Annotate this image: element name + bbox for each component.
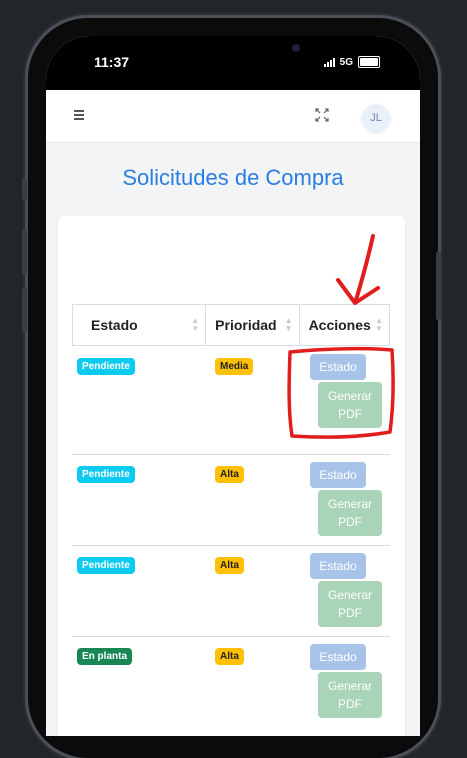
table-row: Pendiente Alta Estado Generar PDF (72, 545, 390, 637)
status-badge: Pendiente (77, 466, 135, 483)
fullscreen-icon[interactable] (314, 107, 330, 123)
sort-icon: ▲ ▼ (284, 316, 293, 333)
status-indicators: 5G (323, 56, 380, 68)
priority-badge: Alta (215, 466, 244, 483)
table-row: Pendiente Media Estado Generar PDF (72, 346, 390, 455)
generar-pdf-button[interactable]: Generar PDF (318, 672, 382, 718)
hamburger-icon[interactable] (74, 110, 84, 122)
generar-pdf-button[interactable]: Generar PDF (318, 581, 382, 627)
requests-table-card: Estado ▲ ▼ Prioridad ▲ ▼ Acciones ▲ ▼ Pendi… (58, 216, 405, 736)
estado-button[interactable]: Estado (310, 644, 366, 670)
camera-icon (292, 44, 300, 52)
phone-screen: 11:37 5G JL Solicitudes de Compra Estado… (46, 36, 420, 736)
phone-side-button (22, 178, 27, 200)
table-row: Pendiente Alta Estado Generar PDF (72, 454, 390, 546)
notch (164, 36, 300, 68)
column-header-acciones[interactable]: Acciones ▲ ▼ (300, 305, 389, 345)
status-badge: Pendiente (77, 557, 135, 574)
status-time: 11:37 (94, 54, 130, 70)
phone-volume-down-button (22, 288, 27, 332)
sort-icon: ▲ ▼ (191, 316, 200, 333)
table-header: Estado ▲ ▼ Prioridad ▲ ▼ Acciones ▲ ▼ (72, 304, 390, 346)
priority-badge: Alta (215, 557, 244, 574)
app-header: JL (46, 90, 420, 143)
estado-button[interactable]: Estado (310, 553, 366, 579)
generar-pdf-button[interactable]: Generar PDF (318, 490, 382, 536)
sort-icon: ▲ ▼ (375, 316, 383, 333)
user-avatar[interactable]: JL (362, 104, 390, 132)
page-title: Solicitudes de Compra (122, 165, 344, 190)
priority-badge: Alta (215, 648, 244, 665)
priority-badge: Media (215, 358, 254, 375)
network-label: 5G (339, 56, 353, 68)
phone-volume-up-button (22, 230, 27, 274)
phone-power-button (436, 252, 441, 320)
battery-icon (358, 56, 380, 68)
table-row: En planta Alta Estado Generar PDF (72, 636, 390, 736)
column-header-prioridad[interactable]: Prioridad ▲ ▼ (206, 305, 300, 345)
status-badge: En planta (77, 648, 133, 665)
status-bar: 11:37 5G (46, 36, 420, 90)
estado-button[interactable]: Estado (310, 354, 366, 380)
estado-button[interactable]: Estado (310, 462, 366, 488)
generar-pdf-button[interactable]: Generar PDF (318, 382, 382, 428)
status-badge: Pendiente (77, 358, 135, 375)
column-header-estado[interactable]: Estado ▲ ▼ (73, 305, 207, 345)
signal-icon (323, 57, 335, 67)
